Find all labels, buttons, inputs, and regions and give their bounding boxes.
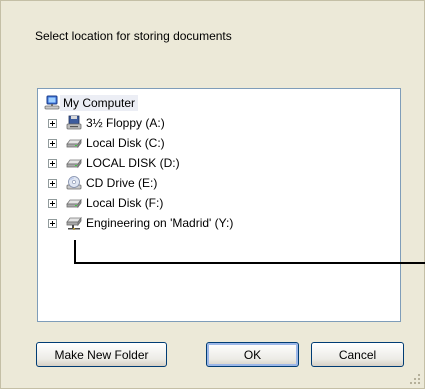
cd-drive-icon xyxy=(66,175,82,191)
tree-item-local-disk-d[interactable]: LOCAL DISK (D:) xyxy=(38,153,378,173)
tree-item-cd-drive-e[interactable]: CD Drive (E:) xyxy=(38,173,378,193)
expand-plus-icon[interactable] xyxy=(48,138,57,148)
floppy-drive-icon xyxy=(66,115,82,131)
expand-plus-icon[interactable] xyxy=(48,198,57,208)
make-new-folder-button[interactable]: Make New Folder xyxy=(36,342,167,367)
tree-item-label: Local Disk (F:) xyxy=(86,196,164,210)
tree-item-label: Engineering on 'Madrid' (Y:) xyxy=(86,216,234,230)
tree-item-label: LOCAL DISK (D:) xyxy=(86,156,180,170)
dialog-prompt: Select location for storing documents xyxy=(35,29,232,43)
resize-grip-icon[interactable] xyxy=(410,374,421,385)
callout-line-horizontal xyxy=(74,262,425,264)
tree-item-label: 3½ Floppy (A:) xyxy=(86,116,165,130)
ok-button[interactable]: OK xyxy=(206,342,299,367)
tree-root-my-computer[interactable]: My Computer xyxy=(44,93,139,113)
tree-item-network-drive-y[interactable]: Engineering on 'Madrid' (Y:) xyxy=(38,213,378,233)
network-drive-icon xyxy=(66,215,82,231)
expand-plus-icon[interactable] xyxy=(48,118,57,128)
hard-disk-icon xyxy=(66,135,82,151)
expand-plus-icon[interactable] xyxy=(48,158,57,168)
browse-folder-dialog: Select location for storing documents My… xyxy=(0,0,425,389)
tree-root-label: My Computer xyxy=(60,95,139,111)
tree-item-label: CD Drive (E:) xyxy=(86,176,158,190)
tree-item-local-disk-f[interactable]: Local Disk (F:) xyxy=(38,193,378,213)
tree-item-label: Local Disk (C:) xyxy=(86,136,165,150)
tree-item-floppy-a[interactable]: 3½ Floppy (A:) xyxy=(38,113,378,133)
cancel-button[interactable]: Cancel xyxy=(311,342,404,367)
expand-plus-icon[interactable] xyxy=(48,178,57,188)
expand-plus-icon[interactable] xyxy=(48,218,57,228)
callout-line-vertical xyxy=(74,240,76,264)
tree-item-local-disk-c[interactable]: Local Disk (C:) xyxy=(38,133,378,153)
folder-tree[interactable]: My Computer 3½ Floppy (A:) Local Disk (C… xyxy=(37,88,401,322)
hard-disk-icon xyxy=(66,155,82,171)
hard-disk-icon xyxy=(66,195,82,211)
my-computer-icon xyxy=(44,95,60,111)
